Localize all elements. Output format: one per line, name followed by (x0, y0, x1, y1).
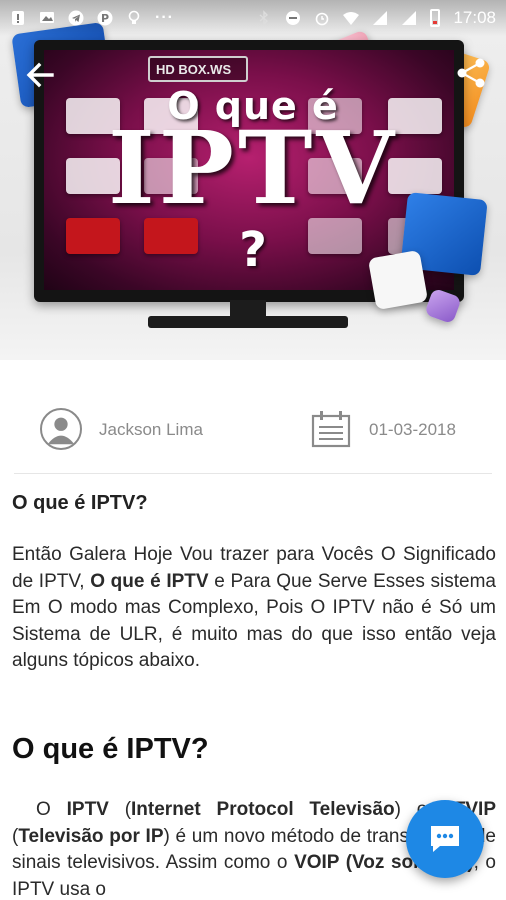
wifi-icon (343, 12, 360, 25)
more-icon: ··· (155, 9, 174, 26)
avatar-icon (40, 408, 82, 450)
alert-icon (12, 11, 24, 25)
status-time: 17:08 (453, 8, 496, 27)
svg-text:P: P (101, 12, 109, 25)
dnd-icon (286, 11, 301, 25)
pinterest-icon: P (97, 10, 113, 26)
chat-button[interactable] (406, 800, 484, 878)
article-meta: Jackson Lima 01-03-2018 (0, 398, 506, 462)
hero-image: HD BOX.WS O que é IPTV ? (0, 0, 506, 360)
calendar-icon (311, 411, 351, 448)
author-name: Jackson Lima (99, 420, 203, 439)
publish-date: 01-03-2018 (369, 420, 456, 439)
article-subheading: O que é IPTV? (12, 492, 148, 514)
signal-icon (402, 11, 417, 25)
bold-text: IPTV (66, 799, 109, 820)
share-button[interactable] (454, 56, 488, 90)
bold-text: Internet Protocol Televisão (131, 799, 395, 820)
text-run: O (36, 799, 67, 820)
back-button[interactable] (22, 58, 56, 92)
status-bar: P ··· 17:08 (0, 0, 506, 36)
bluetooth-icon (259, 10, 269, 26)
bold-text: Televisão por IP (18, 825, 164, 847)
chat-icon (431, 826, 459, 852)
divider (14, 473, 492, 474)
gallery-icon (40, 12, 54, 23)
tv-stand (148, 300, 348, 330)
article-paragraph-1: Então Galera Hoje Vou trazer para Vocês … (12, 542, 496, 675)
article-heading: O que é IPTV? (12, 733, 209, 765)
decor-cube-white (367, 249, 429, 311)
text-run: ( (108, 799, 132, 820)
alarm-icon (316, 12, 329, 26)
signal-icon (373, 11, 388, 25)
telegram-icon (68, 10, 84, 26)
bold-text: O que é IPTV (90, 570, 209, 592)
battery-icon (430, 9, 441, 27)
brand-label: HD BOX.WS (148, 56, 248, 82)
bulb-icon (128, 10, 140, 24)
